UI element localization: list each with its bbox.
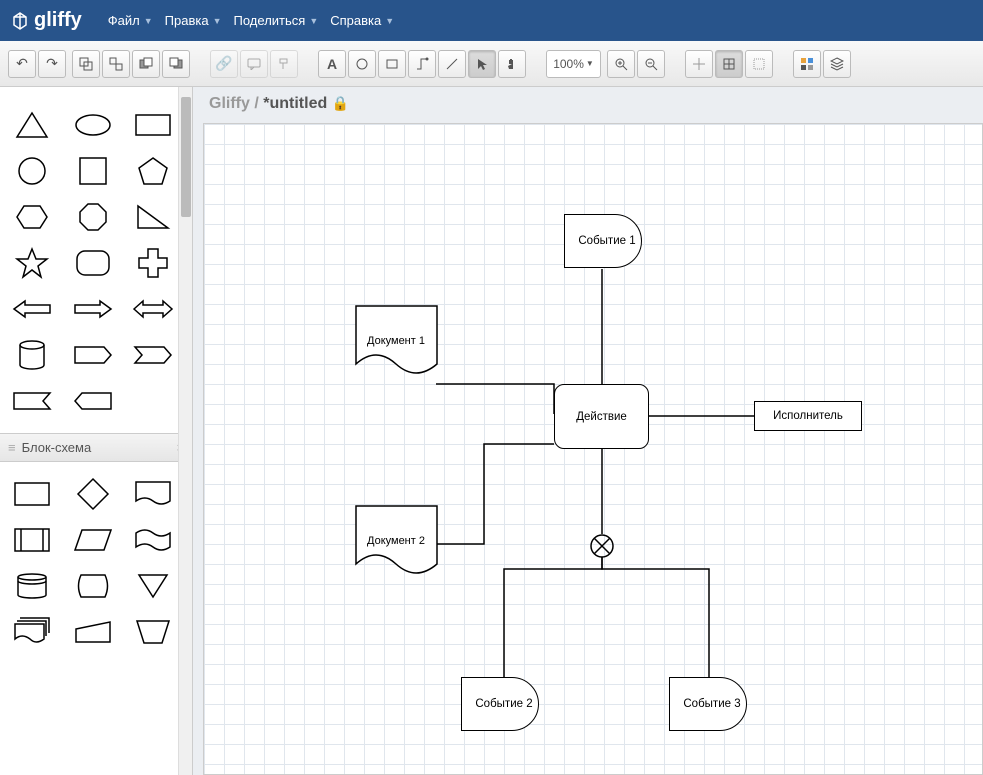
zoom-in-button[interactable] [607,50,635,78]
shapes-sidebar: ≡Блок-схема × [0,87,193,775]
toolbar: ↶ ↷ 🔗 A 100% ▼ [0,41,983,87]
shape-octagon[interactable] [69,197,117,237]
front-button[interactable] [132,50,160,78]
shape-arrow-left[interactable] [8,289,56,329]
line-tool-button[interactable] [438,50,466,78]
shape-rectangle[interactable] [129,105,177,145]
rect-tool-button[interactable] [378,50,406,78]
menu-help[interactable]: Справка▼ [324,5,400,36]
hand-tool-button[interactable] [498,50,526,78]
shape-predefined[interactable] [8,520,56,560]
shape-wave[interactable] [129,520,177,560]
app-name: gliffy [34,9,82,32]
layers-button[interactable] [823,50,851,78]
shape-pentagon[interactable] [129,151,177,191]
shape-plus[interactable] [129,243,177,283]
zoom-out-button[interactable] [637,50,665,78]
block-shapes-section [0,462,192,664]
text-tool-button[interactable]: A [318,50,346,78]
snap-grid-button[interactable] [745,50,773,78]
menubar: gliffy Файл▼ Правка▼ Поделиться▼ Справка… [0,0,983,41]
back-button[interactable] [162,50,190,78]
shape-triangle[interactable] [8,105,56,145]
shape-database[interactable] [8,566,56,606]
app-logo: gliffy [10,9,82,32]
node-document2[interactable]: Документ 2 [354,504,439,584]
menu-edit[interactable]: Правка▼ [159,5,228,36]
shape-right-triangle[interactable] [129,197,177,237]
shape-parallelogram[interactable] [69,520,117,560]
menu-file[interactable]: Файл▼ [102,5,159,36]
shape-banner[interactable] [8,381,56,421]
shape-display[interactable] [69,566,117,606]
svg-text:Документ 1: Документ 1 [367,335,425,347]
format-painter-button[interactable] [270,50,298,78]
theme-button[interactable] [793,50,821,78]
shape-chevron[interactable] [129,335,177,375]
shape-manual-op[interactable] [129,612,177,652]
shape-circle[interactable] [8,151,56,191]
show-grid-button[interactable] [715,50,743,78]
svg-text:Документ 2: Документ 2 [367,535,425,547]
shape-arrow-both[interactable] [129,289,177,329]
node-action[interactable]: Действие [554,384,649,449]
shape-hex-pointer[interactable] [69,335,117,375]
lock-icon: 🔒 [332,95,349,111]
node-actor[interactable]: Исполнитель [754,401,862,431]
breadcrumb: Gliffy / *untitled 🔒 [209,95,349,113]
connector-tool-button[interactable] [408,50,436,78]
zoom-display[interactable]: 100% ▼ [546,50,601,78]
canvas[interactable]: Gliffy / *untitled 🔒 [193,87,983,775]
shape-decision[interactable] [69,474,117,514]
node-document1[interactable]: Документ 1 [354,304,439,384]
shape-triangle-down[interactable] [129,566,177,606]
shape-manual-input[interactable] [69,612,117,652]
undo-button[interactable]: ↶ [8,50,36,78]
snap-guides-button[interactable] [685,50,713,78]
node-event2[interactable]: Событие 2 [461,677,539,731]
grid-background: Событие 1 Документ 1 Действие Исполнител… [203,123,983,775]
shape-hexagon[interactable] [8,197,56,237]
ungroup-button[interactable] [102,50,130,78]
shape-document[interactable] [129,474,177,514]
link-button[interactable]: 🔗 [210,50,238,78]
sidebar-scrollbar[interactable] [178,87,192,775]
shape-process[interactable] [8,474,56,514]
shape-arrow-right[interactable] [69,289,117,329]
pointer-tool-button[interactable] [468,50,496,78]
shape-ellipse[interactable] [69,105,117,145]
redo-button[interactable]: ↷ [38,50,66,78]
shape-multi-doc[interactable] [8,612,56,652]
shape-tag[interactable] [69,381,117,421]
basic-shapes-section [0,87,192,433]
node-event3[interactable]: Событие 3 [669,677,747,731]
shape-square[interactable] [69,151,117,191]
shape-star[interactable] [8,243,56,283]
section-block-header[interactable]: ≡Блок-схема × [0,433,192,462]
group-button[interactable] [72,50,100,78]
circle-tool-button[interactable] [348,50,376,78]
scrollbar-thumb[interactable] [181,97,191,217]
shape-rounded-rect[interactable] [69,243,117,283]
menu-share[interactable]: Поделиться▼ [228,5,325,36]
shape-cylinder[interactable] [8,335,56,375]
node-event1[interactable]: Событие 1 [564,214,642,268]
comment-button[interactable] [240,50,268,78]
